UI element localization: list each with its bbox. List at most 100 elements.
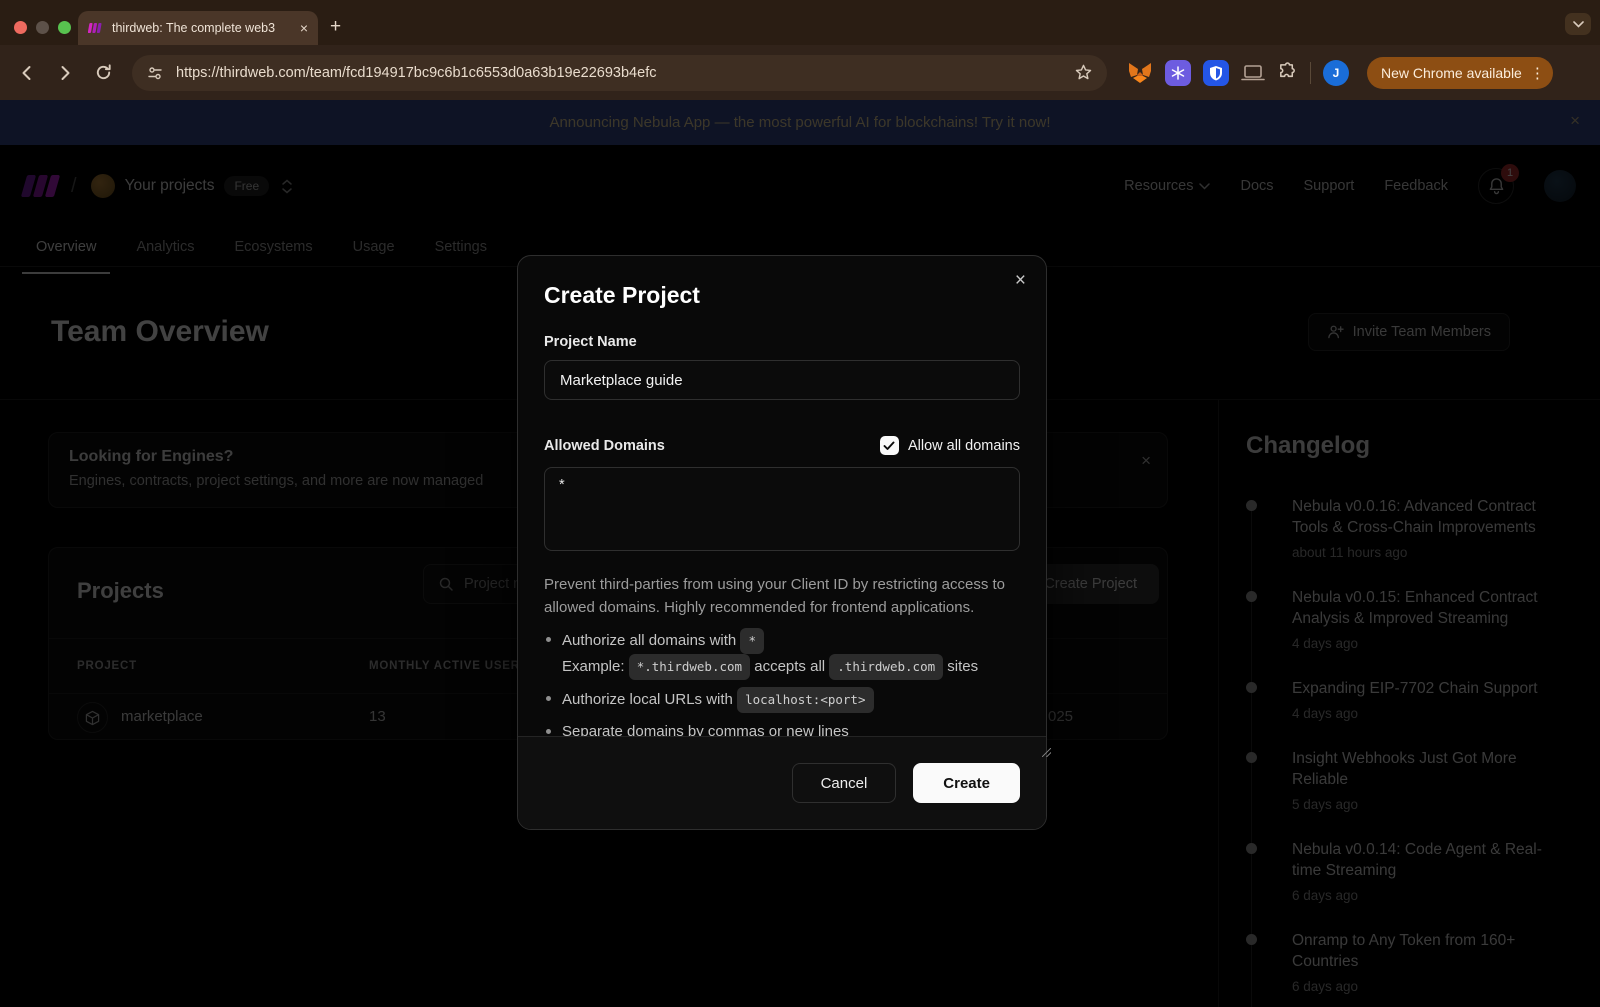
reload-button[interactable] [88,58,118,88]
hint-text: Authorize local URLs with [562,691,733,708]
browser-profile-avatar[interactable]: J [1323,60,1349,86]
shield-extension-icon[interactable] [1203,60,1229,86]
changelog-item[interactable]: Onramp to Any Token from 160+ Countries … [1246,930,1580,994]
nav-docs[interactable]: Docs [1240,178,1273,194]
allow-all-checkbox-checked[interactable] [880,436,899,455]
tab-ecosystems[interactable]: Ecosystems [218,230,328,264]
allowed-domains-label: Allowed Domains [544,438,665,454]
url-text[interactable]: https://thirdweb.com/team/fcd194917bc9c6… [176,65,1062,81]
changelog-item[interactable]: Nebula v0.0.15: Enhanced Contract Analys… [1246,587,1580,651]
allowed-domains-textarea[interactable]: * [544,467,1020,551]
hint-authorize-all: Authorize all domains with * Example: *.… [544,628,1020,680]
toolbar-divider [1310,62,1311,84]
project-created-cell: 025 [1048,708,1073,725]
tab-close-icon[interactable]: × [300,21,308,35]
project-mau-cell: 13 [369,708,386,725]
modal-body: Create Project Project Name Allowed Doma… [518,256,1046,743]
changelog-item[interactable]: Nebula v0.0.16: Advanced Contract Tools … [1246,496,1580,560]
nav-feedback[interactable]: Feedback [1384,178,1448,194]
changelog-item[interactable]: Expanding EIP-7702 Chain Support 4 days … [1246,678,1580,721]
laptop-extension-icon[interactable] [1241,64,1265,82]
browser-toolbar: https://thirdweb.com/team/fcd194917bc9c6… [0,45,1600,100]
announcement-banner[interactable]: Announcing Nebula App — the most powerfu… [0,100,1600,145]
modal-close-icon[interactable]: × [1015,270,1026,292]
nav-resources[interactable]: Resources [1124,178,1210,194]
team-switcher-icon[interactable] [281,179,293,194]
code-chip: * [740,628,764,654]
site-info-icon[interactable] [146,64,164,82]
changelog-item[interactable]: Insight Webhooks Just Got More Reliable … [1246,748,1580,812]
changelog-item-title[interactable]: Onramp to Any Token from 160+ Countries [1292,930,1547,972]
notifications-button[interactable]: 1 [1478,168,1514,204]
plan-badge: Free [224,176,269,196]
column-project: PROJECT [77,660,137,672]
snowflake-extension-icon[interactable] [1165,60,1191,86]
extensions-row [1127,60,1298,86]
chrome-menu-icon[interactable]: ⋮ [1530,64,1545,82]
changelog-item-time: about 11 hours ago [1292,545,1580,560]
nav-support[interactable]: Support [1304,178,1355,194]
tab-overview[interactable]: Overview [20,230,112,264]
changelog-item-title[interactable]: Nebula v0.0.14: Code Agent & Real-time S… [1292,839,1547,881]
metamask-icon[interactable] [1127,61,1153,85]
changelog-item-title[interactable]: Nebula v0.0.16: Advanced Contract Tools … [1292,496,1547,538]
team-name[interactable]: Your projects [125,177,215,195]
project-name-input[interactable] [544,360,1020,400]
announcement-text[interactable]: Announcing Nebula App — the most powerfu… [549,114,1050,131]
new-tab-icon[interactable]: + [330,16,341,38]
traffic-lights [14,21,71,34]
bookmark-star-icon[interactable] [1074,63,1093,82]
changelog-item[interactable]: Nebula v0.0.14: Code Agent & Real-time S… [1246,839,1580,903]
create-button[interactable]: Create [913,763,1020,803]
timeline-dot [1246,591,1257,602]
minimize-window-button[interactable] [36,21,49,34]
hint-authorize-local: Authorize local URLs with localhost:<por… [544,687,1020,713]
domains-help-text: Prevent third-parties from using your Cl… [544,573,1020,619]
thirdweb-logo[interactable] [24,174,57,198]
extensions-puzzle-icon[interactable] [1277,62,1298,83]
project-icon-circle [77,702,108,733]
changelog-item-time: 4 days ago [1292,636,1580,651]
zoom-window-button[interactable] [58,21,71,34]
tab-search-button[interactable] [1565,13,1591,35]
person-plus-icon [1327,324,1344,340]
team-avatar[interactable] [91,174,115,198]
tab-settings[interactable]: Settings [419,230,503,264]
browser-tab[interactable]: thirdweb: The complete web3 × [78,11,318,45]
changelog-item-time: 6 days ago [1292,888,1580,903]
tab-analytics[interactable]: Analytics [120,230,210,264]
cancel-button[interactable]: Cancel [792,763,897,803]
hint-text: accepts all [754,658,825,675]
tab-usage[interactable]: Usage [337,230,411,264]
invite-team-members-button[interactable]: Invite Team Members [1308,313,1510,351]
changelog-item-title[interactable]: Nebula v0.0.15: Enhanced Contract Analys… [1292,587,1547,629]
modal-footer: Cancel Create [518,736,1046,829]
changelog-sidebar: Changelog Nebula v0.0.16: Advanced Contr… [1218,400,1600,1007]
code-chip: *.thirdweb.com [629,654,750,680]
user-avatar[interactable] [1544,170,1576,202]
timeline-dot [1246,752,1257,763]
timeline-dot [1246,682,1257,693]
timeline-dot [1246,500,1257,511]
hint-text: Example: [562,658,625,675]
chrome-update-button[interactable]: New Chrome available ⋮ [1367,57,1553,89]
url-bar[interactable]: https://thirdweb.com/team/fcd194917bc9c6… [132,55,1107,91]
allow-all-domains-toggle[interactable]: Allow all domains [880,436,1020,455]
textarea-resize-handle[interactable] [1042,748,1051,757]
back-button[interactable] [12,58,42,88]
banner-close-icon[interactable]: × [1570,111,1580,131]
invite-button-label: Invite Team Members [1353,324,1491,340]
engines-close-icon[interactable]: × [1141,451,1151,471]
changelog-item-title[interactable]: Insight Webhooks Just Got More Reliable [1292,748,1547,790]
nav-resources-label: Resources [1124,178,1193,194]
changelog-item-time: 4 days ago [1292,706,1580,721]
changelog-list: Nebula v0.0.16: Advanced Contract Tools … [1246,496,1580,994]
chevron-down-icon [1573,21,1584,28]
project-name-label: Project Name [544,334,1020,350]
forward-button[interactable] [50,58,80,88]
search-icon [438,576,454,592]
notification-badge: 1 [1501,164,1519,182]
project-name-cell[interactable]: marketplace [121,708,203,725]
close-window-button[interactable] [14,21,27,34]
changelog-item-title[interactable]: Expanding EIP-7702 Chain Support [1292,678,1547,699]
